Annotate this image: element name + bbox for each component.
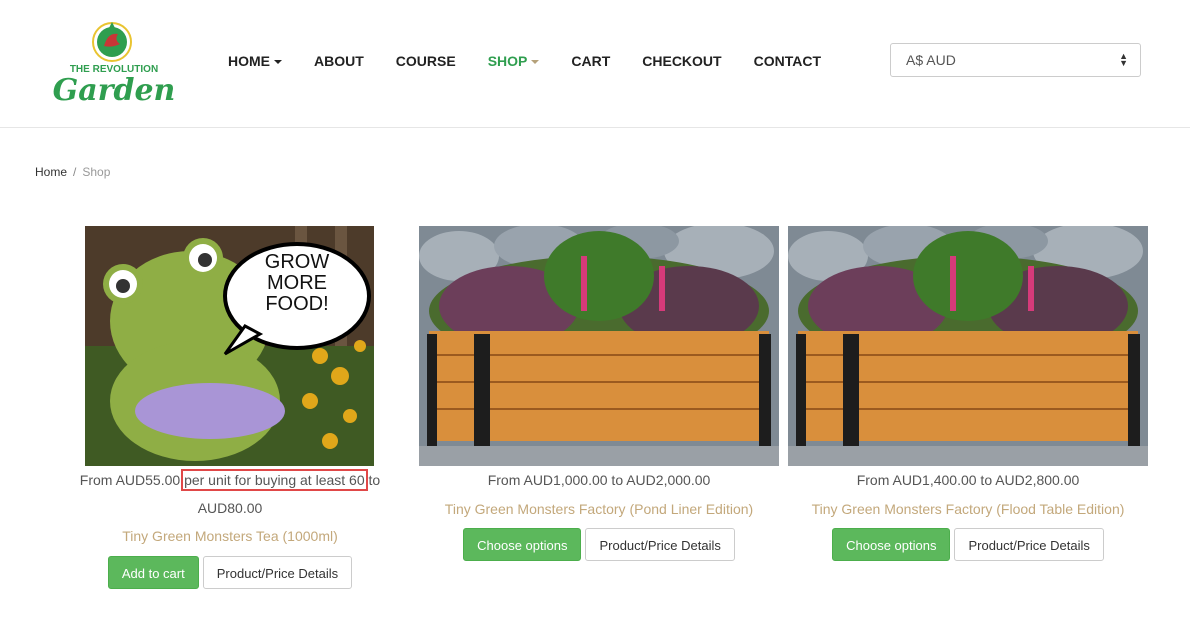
product-title[interactable]: Tiny Green Monsters Tea (1000ml) xyxy=(40,526,420,546)
breadcrumb: Home / Shop xyxy=(35,165,110,179)
logo-wordmark: Garden xyxy=(53,73,176,108)
breadcrumb-separator: / xyxy=(73,165,77,179)
product-card: GROW MORE FOOD! From AUD55.00 per unit f… xyxy=(40,226,420,596)
product-actions: Add to cart Product/Price Details xyxy=(40,556,420,589)
product-card: From AUD1,000.00 to AUD2,000.00 Tiny Gre… xyxy=(419,226,779,566)
site-logo[interactable]: THE REVOLUTION Garden xyxy=(48,18,180,110)
product-actions: Choose options Product/Price Details xyxy=(419,528,779,561)
image-text-line2: MORE xyxy=(267,272,327,294)
site-header: THE REVOLUTION Garden HOME ABOUT COURSE … xyxy=(0,0,1190,128)
choose-options-button[interactable]: Choose options xyxy=(832,528,951,561)
product-image[interactable] xyxy=(419,226,779,466)
product-price: From AUD1,000.00 to AUD2,000.00 xyxy=(487,472,711,488)
product-details-button[interactable]: Product/Price Details xyxy=(954,528,1104,561)
highlighted-price-note: per unit for buying at least 60 xyxy=(181,469,368,491)
product-image[interactable] xyxy=(788,226,1148,466)
currency-select[interactable]: A$ AUD ▲ ▼ xyxy=(890,43,1141,77)
nav-checkout[interactable]: CHECKOUT xyxy=(642,53,721,69)
product-title[interactable]: Tiny Green Monsters Factory (Flood Table… xyxy=(788,499,1148,519)
breadcrumb-home[interactable]: Home xyxy=(35,165,67,179)
nav-about[interactable]: ABOUT xyxy=(314,53,364,69)
currency-value: A$ AUD xyxy=(906,52,956,68)
image-text-line1: GROW xyxy=(265,251,330,273)
add-to-cart-button[interactable]: Add to cart xyxy=(107,556,199,589)
product-card: From AUD1,400.00 to AUD2,800.00 Tiny Gre… xyxy=(788,226,1148,566)
chevron-down-icon xyxy=(274,60,282,65)
choose-options-button[interactable]: Choose options xyxy=(463,528,582,561)
product-title[interactable]: Tiny Green Monsters Factory (Pond Liner … xyxy=(419,499,779,519)
product-image[interactable]: GROW MORE FOOD! xyxy=(85,226,374,466)
product-price: From AUD55.00 per unit for buying at lea… xyxy=(79,469,381,516)
nav-contact[interactable]: CONTACT xyxy=(754,53,821,69)
select-arrows-icon: ▲ ▼ xyxy=(1119,51,1128,68)
product-price: From AUD1,400.00 to AUD2,800.00 xyxy=(856,472,1080,488)
nav-shop[interactable]: SHOP xyxy=(488,53,540,69)
product-details-button[interactable]: Product/Price Details xyxy=(202,556,353,589)
nav-cart[interactable]: CART xyxy=(571,53,610,69)
image-text-line3: FOOD! xyxy=(265,293,328,315)
breadcrumb-current: Shop xyxy=(82,165,111,179)
product-details-button[interactable]: Product/Price Details xyxy=(585,528,735,561)
nav-course[interactable]: COURSE xyxy=(396,53,456,69)
main-nav: HOME ABOUT COURSE SHOP CART CHECKOUT CON… xyxy=(228,53,853,69)
chevron-down-icon xyxy=(531,60,540,65)
product-actions: Choose options Product/Price Details xyxy=(788,528,1148,561)
nav-home[interactable]: HOME xyxy=(228,53,282,69)
